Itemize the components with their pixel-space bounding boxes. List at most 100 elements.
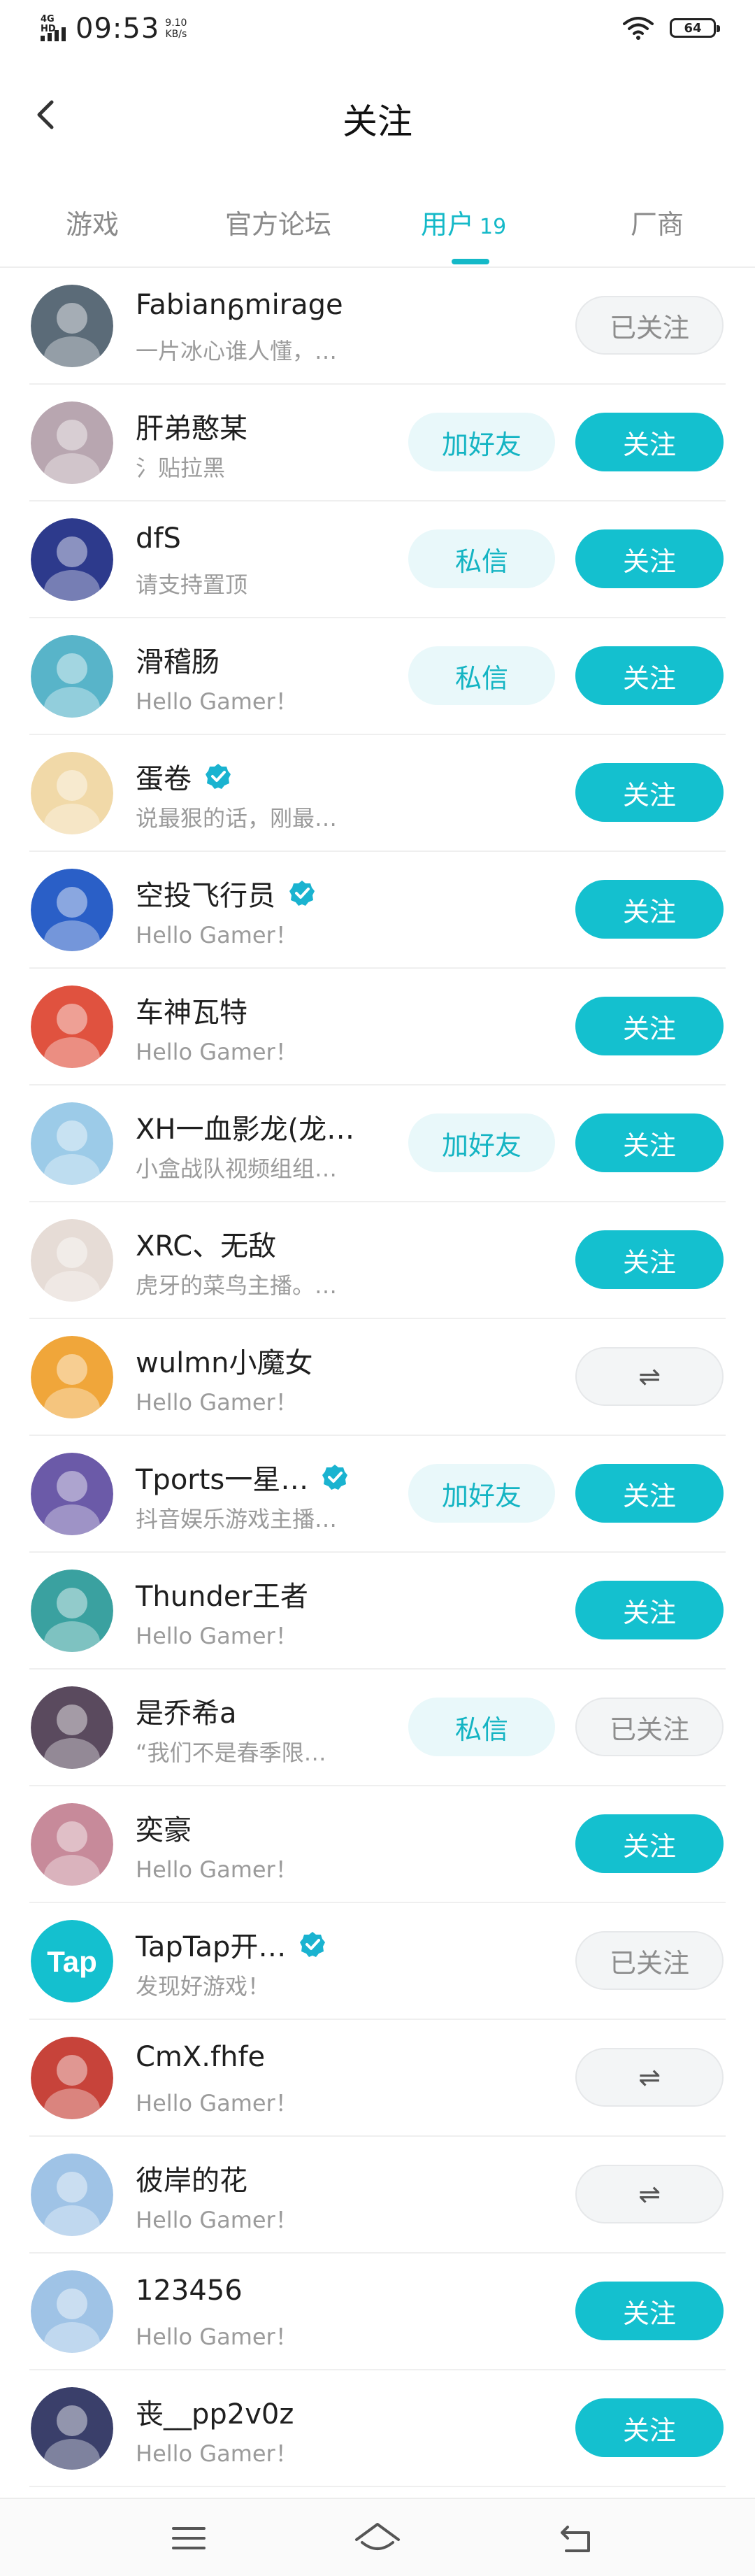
menu-icon[interactable] <box>169 2519 208 2558</box>
follow-button[interactable]: 关注 <box>575 880 724 939</box>
follow-button[interactable]: 关注 <box>575 1230 724 1289</box>
avatar[interactable] <box>31 869 113 951</box>
user-name-text: 123456 <box>136 2275 243 2307</box>
user-row[interactable]: 车神瓦特 Hello Gamer！ 关注 <box>0 969 755 1086</box>
user-bio: Hello Gamer！ <box>136 1856 298 1883</box>
user-name: CmX.fhfe <box>136 2041 265 2073</box>
add-friend-button[interactable]: 加好友 <box>408 1464 555 1523</box>
avatar[interactable] <box>31 1336 113 1418</box>
follow-button[interactable]: 关注 <box>575 529 724 588</box>
user-row[interactable]: wulmn小魔女 Hello Gamer！ ⇌ <box>0 1319 755 1436</box>
user-row[interactable]: XRC、无敌 虎牙的菜鸟主播。… 关注 <box>0 1202 755 1319</box>
user-row[interactable]: 奕豪 Hello Gamer！ 关注 <box>0 1786 755 1903</box>
mutual-follow-button[interactable]: ⇌ <box>575 2165 724 2223</box>
user-name: XH一血影龙(龙… <box>136 1106 354 1147</box>
mutual-follow-button[interactable]: ⇌ <box>575 1347 724 1406</box>
clock: 09:53 <box>76 13 160 45</box>
follow-button[interactable]: 关注 <box>575 997 724 1055</box>
avatar[interactable] <box>31 1219 113 1302</box>
avatar[interactable] <box>31 985 113 1068</box>
follow-button[interactable]: 关注 <box>575 2282 724 2340</box>
home-icon[interactable] <box>354 2519 401 2558</box>
following-button[interactable]: 已关注 <box>575 296 724 355</box>
user-row[interactable]: 123456 Hello Gamer！ 关注 <box>0 2254 755 2370</box>
user-bio: Hello Gamer！ <box>136 2324 298 2350</box>
user-name: 是乔希a <box>136 1691 237 1731</box>
tab-forums[interactable]: 官方论坛 <box>225 203 331 241</box>
add-friend-button[interactable]: 加好友 <box>408 413 555 471</box>
avatar[interactable] <box>31 2037 113 2119</box>
avatar[interactable] <box>31 1102 113 1185</box>
user-list: Fabianᵷmirage 一片冰心谁人懂，… 已关注 肝弟憨某 氵贴拉黑 加好友 关注 df… <box>0 268 755 2487</box>
following-button[interactable]: 已关注 <box>575 1698 724 1756</box>
avatar[interactable] <box>31 2270 113 2353</box>
follow-button[interactable]: 关注 <box>575 1814 724 1873</box>
user-row[interactable]: CmX.fhfe Hello Gamer！ ⇌ <box>0 2020 755 2137</box>
follow-button[interactable]: 关注 <box>575 646 724 705</box>
avatar[interactable] <box>31 2154 113 2236</box>
user-name: dfS <box>136 522 181 555</box>
message-button[interactable]: 私信 <box>408 646 555 705</box>
user-bio: Hello Gamer！ <box>136 2207 298 2233</box>
user-row[interactable]: Tports一星… 抖音娱乐游戏主播… 加好友 关注 <box>0 1436 755 1553</box>
avatar[interactable] <box>31 518 113 601</box>
signal-icon: 4G HD <box>39 13 71 44</box>
user-row[interactable]: Tap TapTap开… 发现好游戏！ 已关注 <box>0 1903 755 2020</box>
user-name: Thunder王者 <box>136 1574 308 1614</box>
avatar[interactable] <box>31 635 113 718</box>
avatar[interactable] <box>31 1686 113 1769</box>
follow-button[interactable]: 关注 <box>575 1113 724 1172</box>
user-name-text: Fabianᵷmirage <box>136 289 343 321</box>
user-row[interactable]: Fabianᵷmirage 一片冰心谁人懂，… 已关注 <box>0 268 755 385</box>
follow-button[interactable]: 关注 <box>575 2398 724 2457</box>
avatar[interactable] <box>31 1570 113 1652</box>
user-row[interactable]: Thunder王者 Hello Gamer！ 关注 <box>0 1553 755 1670</box>
message-button[interactable]: 私信 <box>408 1698 555 1756</box>
follow-button[interactable]: 关注 <box>575 1464 724 1523</box>
user-row[interactable]: 滑稽肠 Hello Gamer！ 私信 关注 <box>0 618 755 735</box>
user-name-text: 彼岸的花 <box>136 2165 247 2197</box>
user-name-text: 空投飞行员 <box>136 880 275 912</box>
user-bio: 说最狠的话，刚最… <box>136 805 338 832</box>
avatar[interactable] <box>31 285 113 367</box>
message-button[interactable]: 私信 <box>408 529 555 588</box>
user-name-text: CmX.fhfe <box>136 2041 266 2073</box>
avatar[interactable]: Tap <box>31 1920 113 2002</box>
follow-button[interactable]: 关注 <box>575 1581 724 1639</box>
header: 关注 <box>0 70 755 161</box>
user-name-text: wulmn小魔女 <box>136 1347 313 1379</box>
user-name: TapTap开… <box>136 1924 326 1965</box>
avatar[interactable] <box>31 1453 113 1535</box>
user-row[interactable]: 肝弟憨某 氵贴拉黑 加好友 关注 <box>0 385 755 501</box>
follow-button[interactable]: 关注 <box>575 413 724 471</box>
tab-label: 厂商 <box>631 209 684 240</box>
follow-button[interactable]: 关注 <box>575 763 724 822</box>
user-row[interactable]: 彼岸的花 Hello Gamer！ ⇌ <box>0 2137 755 2254</box>
user-name-text: 奕豪 <box>136 1814 192 1846</box>
system-nav-bar <box>0 2498 755 2576</box>
avatar[interactable] <box>31 752 113 834</box>
user-name-text: 滑稽肠 <box>136 646 220 678</box>
user-row[interactable]: 丧__pp2v0z Hello Gamer！ 关注 <box>0 2370 755 2487</box>
user-row[interactable]: XH一血影龙(龙… 小盒战队视频组组… 加好友 关注 <box>0 1086 755 1202</box>
mutual-follow-button[interactable]: ⇌ <box>575 2048 724 2107</box>
user-row[interactable]: 蛋卷 说最狠的话，刚最… 关注 <box>0 735 755 852</box>
verified-badge-icon <box>322 1465 348 1490</box>
avatar[interactable] <box>31 1803 113 1886</box>
add-friend-button[interactable]: 加好友 <box>408 1113 555 1172</box>
user-row[interactable]: 空投飞行员 Hello Gamer！ 关注 <box>0 852 755 969</box>
avatar[interactable] <box>31 401 113 484</box>
user-row[interactable]: 是乔希a “我们不是春季限… 私信 已关注 <box>0 1670 755 1786</box>
user-name: 滑稽肠 <box>136 639 220 680</box>
user-row[interactable]: dfS 请支持置顶 私信 关注 <box>0 501 755 618</box>
tab-users[interactable]: 用户 19 <box>421 203 506 241</box>
verified-badge-icon <box>300 1932 326 1957</box>
tab-vendors[interactable]: 厂商 <box>631 203 684 241</box>
back-icon[interactable] <box>556 2519 596 2558</box>
user-bio: Hello Gamer！ <box>136 922 298 948</box>
tab-games[interactable]: 游戏 <box>66 203 119 241</box>
user-name-text: dfS <box>136 522 181 555</box>
avatar[interactable] <box>31 2387 113 2470</box>
user-name: 丧__pp2v0z <box>136 2391 294 2432</box>
following-button[interactable]: 已关注 <box>575 1931 724 1990</box>
